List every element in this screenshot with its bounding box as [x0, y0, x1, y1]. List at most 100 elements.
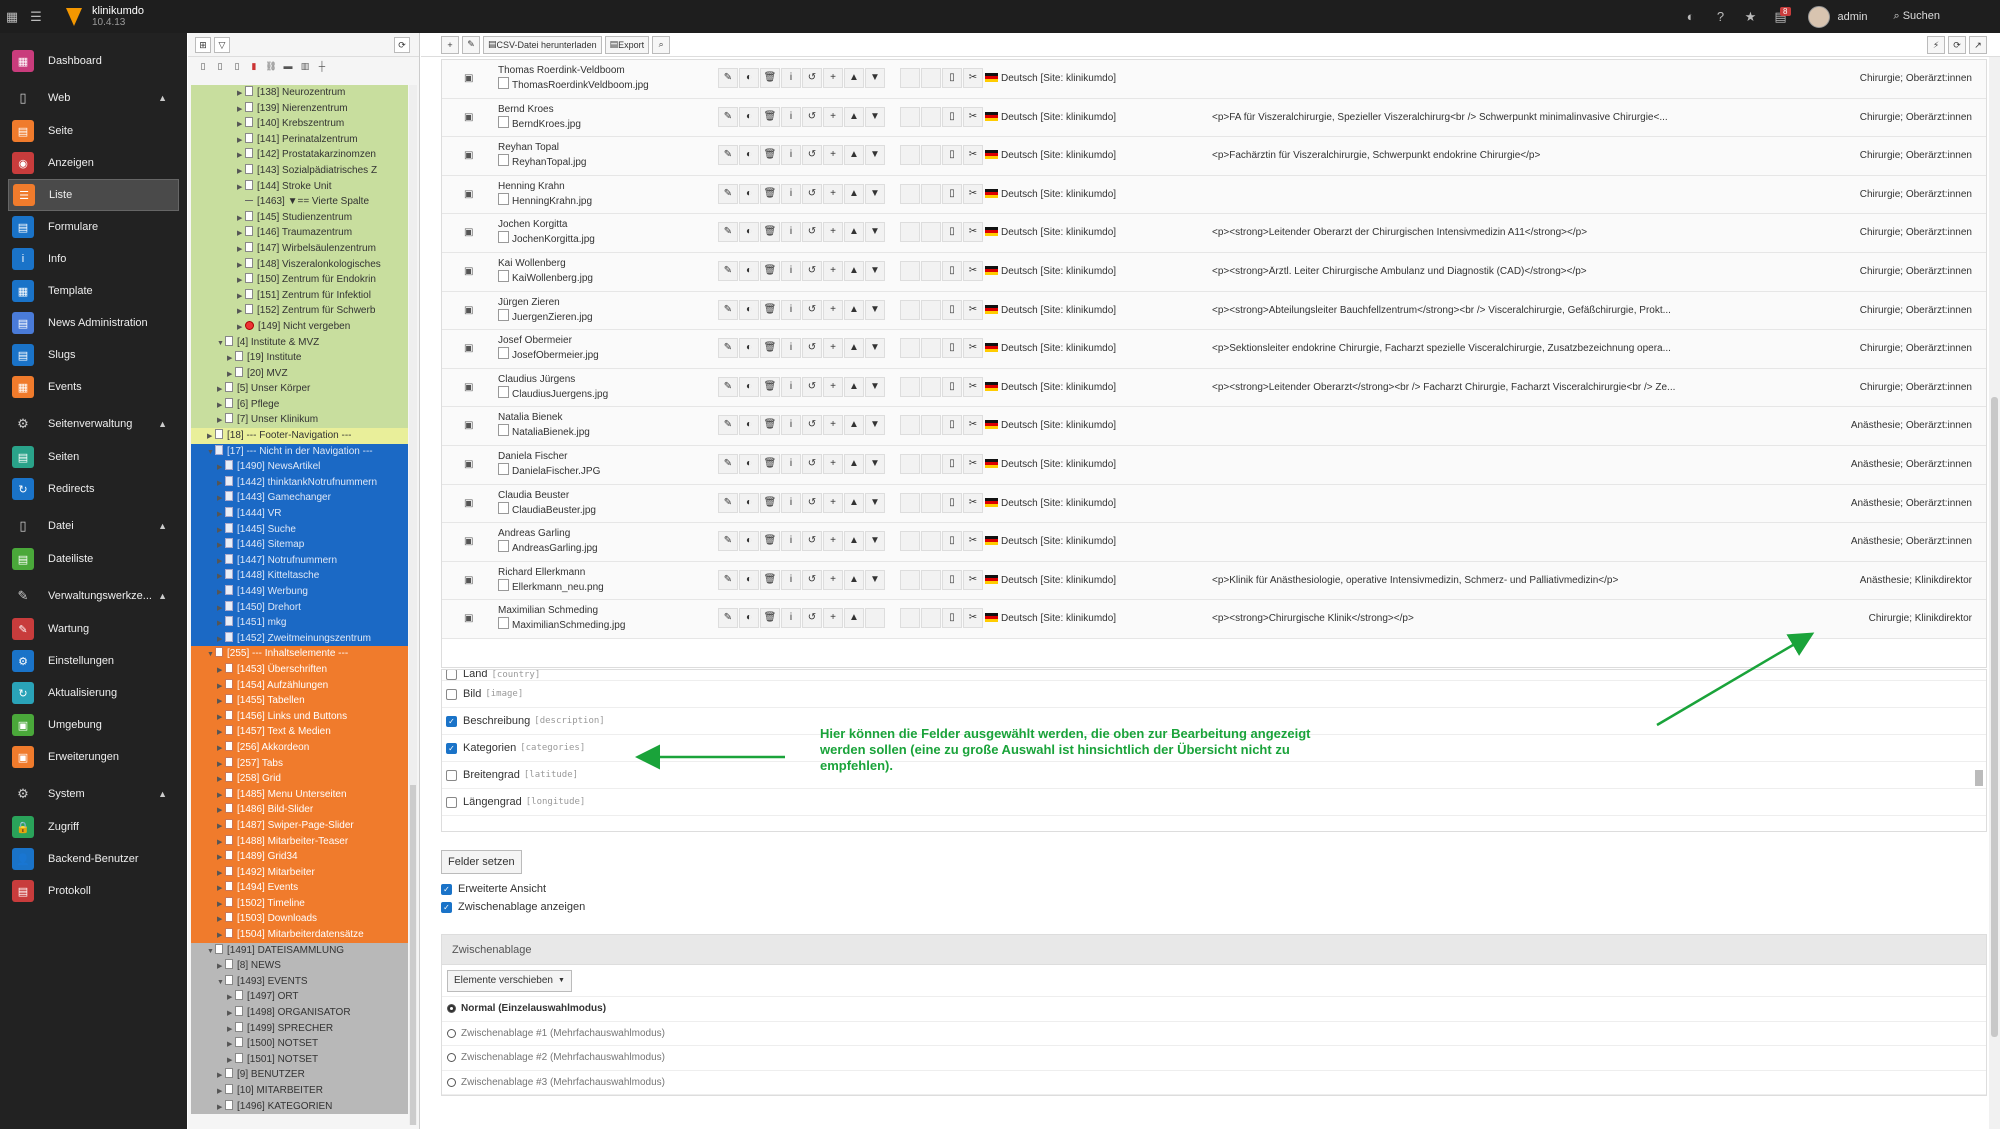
tree-node[interactable]: ▶ [5] Unser Körper — [191, 381, 408, 397]
caret-right-icon[interactable]: ▶ — [217, 928, 225, 943]
tree-node[interactable]: ▶ [258] Grid — [191, 771, 408, 787]
module-backend-benutzer[interactable]: 👤 Backend-Benutzer — [0, 843, 187, 875]
delete-icon[interactable]: 🗑 — [760, 106, 780, 127]
module-zugriff[interactable]: 🔒 Zugriff — [0, 811, 187, 843]
clipboard-pad[interactable]: Zwischenablage #1 (Mehrfachauswahlmodus) — [442, 1022, 1986, 1046]
delete-icon[interactable]: 🗑 — [760, 531, 780, 552]
module-group-system[interactable]: ⚙ System ▲ — [0, 777, 187, 811]
info-icon[interactable]: i — [781, 608, 801, 629]
doktype-shortcut-icon[interactable]: ▯ — [213, 61, 227, 72]
info-icon[interactable]: i — [781, 415, 801, 436]
record-type-icon[interactable]: ▣ — [464, 459, 473, 470]
edit-icon[interactable]: ✎ — [718, 261, 738, 281]
record-title[interactable]: Jochen Korgitta — [498, 219, 568, 230]
copy-icon[interactable]: ▯ — [942, 106, 962, 127]
tree-node[interactable]: ▶ [1457] Text & Medien — [191, 724, 408, 740]
caret-right-icon[interactable]: ▶ — [227, 1037, 235, 1052]
cut-icon[interactable]: ✂ — [963, 338, 983, 359]
field-option[interactable]: Längengrad [longitude] — [442, 789, 1986, 816]
caret-right-icon[interactable]: ▶ — [217, 413, 225, 428]
caret-right-icon[interactable]: ▶ — [227, 1053, 235, 1068]
move-down-icon[interactable]: ▼ — [865, 454, 885, 474]
copy-icon[interactable]: ▯ — [942, 338, 962, 359]
tree-node[interactable]: ▶ [150] Zentrum für Endokrin — [191, 272, 408, 288]
edit-icon[interactable]: ✎ — [718, 222, 738, 243]
record-type-icon[interactable]: ▣ — [464, 266, 473, 277]
tree-node[interactable]: ▶ [1494] Events — [191, 880, 408, 896]
caret-right-icon[interactable]: ▶ — [237, 289, 245, 304]
caret-right-icon[interactable]: ▶ — [227, 351, 235, 366]
edit-icon[interactable]: ✎ — [718, 376, 738, 397]
caret-right-icon[interactable]: ▶ — [217, 881, 225, 896]
record-type-icon[interactable]: ▣ — [464, 343, 473, 354]
cut-icon[interactable]: ✂ — [963, 376, 983, 397]
info-icon[interactable]: i — [781, 145, 801, 166]
delete-icon[interactable]: 🗑 — [760, 415, 780, 436]
new-record-icon[interactable]: + — [823, 569, 843, 590]
caret-right-icon[interactable]: ▶ — [217, 835, 225, 850]
tree-node[interactable]: ▶ [1444] VR — [191, 506, 408, 522]
clipboard-pad[interactable]: Normal (Einzelauswahlmodus) — [442, 997, 1986, 1022]
cut-icon[interactable]: ✂ — [963, 608, 983, 629]
tree-node[interactable]: ▶ [144] Stroke Unit — [191, 178, 408, 195]
move-up-icon[interactable]: ▲ — [844, 299, 864, 320]
move-down-icon[interactable]: ▼ — [865, 68, 885, 88]
delete-icon[interactable]: 🗑 — [760, 145, 780, 166]
info-icon[interactable]: i — [781, 68, 801, 88]
caret-right-icon[interactable]: ▶ — [217, 912, 225, 927]
caret-right-icon[interactable]: ▶ — [237, 226, 245, 241]
history-icon[interactable]: ↺ — [802, 531, 822, 552]
new-record-icon[interactable]: + — [823, 183, 843, 204]
move-up-icon[interactable]: ▲ — [844, 106, 864, 127]
caret-right-icon[interactable]: ▶ — [237, 320, 245, 335]
tree-node[interactable]: ▶ [138] Neurozentrum — [191, 85, 408, 101]
refresh-icon[interactable]: ⟳ — [394, 37, 410, 53]
edit-icon[interactable]: ✎ — [718, 299, 738, 320]
history-icon[interactable]: ↺ — [802, 68, 822, 88]
module-redirects[interactable]: ↻ Redirects — [0, 473, 187, 505]
caret-down-icon[interactable]: ▼ — [207, 647, 215, 662]
hide-icon[interactable]: ◐ — [739, 492, 759, 513]
caret-right-icon[interactable]: ▶ — [227, 1022, 235, 1037]
caret-right-icon[interactable]: ▶ — [217, 523, 225, 538]
record-title[interactable]: Claudius Jürgens — [498, 374, 575, 385]
tree-node[interactable]: ▶ [1496] KATEGORIEN — [191, 1098, 408, 1115]
tree-node[interactable]: ▶ [1500] NOTSET — [191, 1036, 408, 1052]
tree-node[interactable]: ▶ [139] Nierenzentrum — [191, 100, 408, 117]
caret-right-icon[interactable]: ▶ — [217, 398, 225, 413]
site-logo[interactable]: klinikumdo 10.4.13 — [66, 5, 144, 29]
info-icon[interactable]: i — [781, 569, 801, 590]
caret-right-icon[interactable]: ▶ — [217, 632, 225, 647]
delete-icon[interactable]: 🗑 — [760, 338, 780, 359]
delete-icon[interactable]: 🗑 — [760, 569, 780, 590]
tree-scrollbar[interactable] — [409, 85, 417, 1125]
shortcut-button[interactable]: ↗ — [1969, 36, 1987, 54]
caret-right-icon[interactable]: ▶ — [217, 866, 225, 881]
history-icon[interactable]: ↺ — [802, 222, 822, 243]
copy-icon[interactable]: ▯ — [942, 415, 962, 436]
cut-icon[interactable]: ✂ — [963, 145, 983, 166]
move-down-icon[interactable]: ▼ — [865, 569, 885, 590]
delete-icon[interactable]: 🗑 — [760, 492, 780, 513]
move-up-icon[interactable]: ▲ — [844, 492, 864, 513]
move-up-icon[interactable]: ▲ — [844, 608, 864, 629]
caret-right-icon[interactable]: ▶ — [217, 897, 225, 912]
move-down-icon[interactable]: ▼ — [865, 338, 885, 359]
content-scrollbar[interactable] — [1989, 57, 2000, 1129]
caret-right-icon[interactable]: ▶ — [217, 476, 225, 491]
caret-right-icon[interactable]: ▶ — [227, 990, 235, 1005]
delete-icon[interactable]: 🗑 — [760, 299, 780, 320]
hide-icon[interactable]: ◐ — [739, 454, 759, 474]
move-up-icon[interactable]: ▲ — [844, 531, 864, 552]
new-record-icon[interactable]: + — [823, 376, 843, 397]
hide-icon[interactable]: ◐ — [739, 415, 759, 436]
module-einstellungen[interactable]: ⚙ Einstellungen — [0, 645, 187, 677]
tree-node[interactable]: ▶ [145] Studienzentrum — [191, 209, 408, 226]
module-dateiliste[interactable]: ▤ Dateiliste — [0, 543, 187, 575]
apps-icon[interactable]: ▦ — [0, 0, 24, 33]
cut-icon[interactable]: ✂ — [963, 261, 983, 281]
doktype-page-icon[interactable]: ▯ — [196, 61, 210, 72]
history-icon[interactable]: ↺ — [802, 338, 822, 359]
delete-icon[interactable]: 🗑 — [760, 261, 780, 281]
tree-node[interactable]: ▶ [1488] Mitarbeiter-Teaser — [191, 833, 408, 850]
